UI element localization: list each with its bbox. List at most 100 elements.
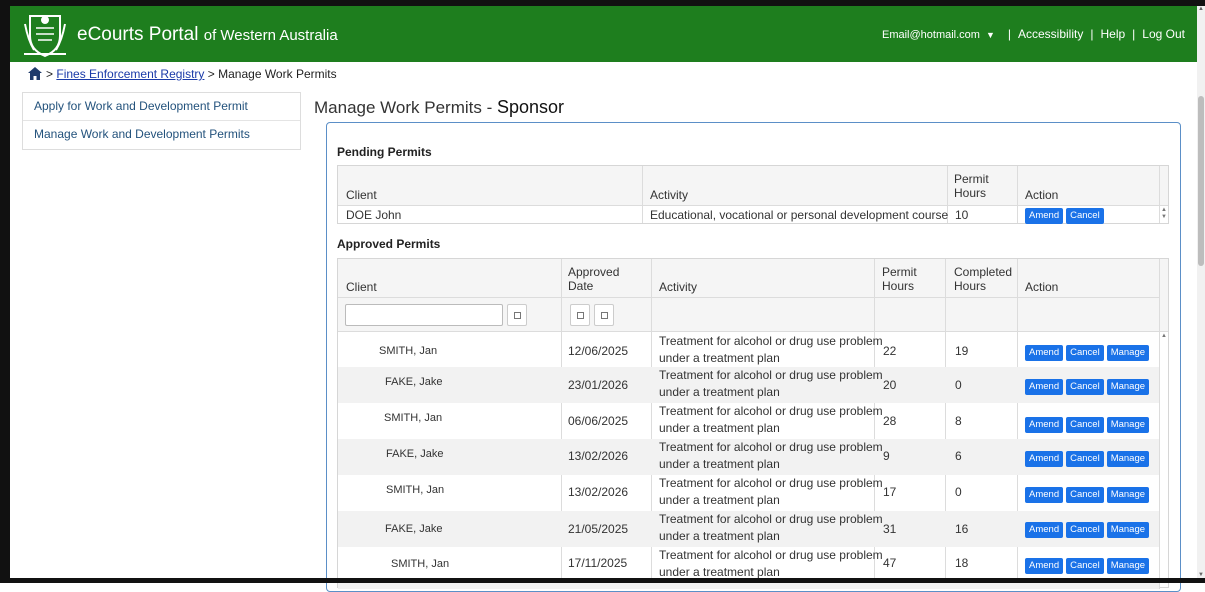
approved-hours-cell: 28 bbox=[883, 414, 897, 428]
account-email-dropdown[interactable]: Email@hotmail.com bbox=[882, 29, 980, 41]
row-divider bbox=[338, 331, 1168, 332]
amend-button[interactable]: Amend bbox=[1025, 558, 1064, 574]
approved-date-cell: 13/02/2026 bbox=[568, 485, 629, 499]
pending-col-client[interactable]: Client bbox=[346, 188, 377, 202]
activity-line: under a treatment plan bbox=[659, 457, 780, 471]
approved-col-activity[interactable]: Activity bbox=[659, 280, 697, 294]
amend-button[interactable]: Amend bbox=[1025, 379, 1064, 395]
amend-button[interactable]: Amend bbox=[1025, 522, 1064, 538]
approved-action-cell: Amend Cancel Manage bbox=[1025, 344, 1152, 361]
manage-button[interactable]: Manage bbox=[1106, 379, 1150, 395]
approved-completed-cell: 18 bbox=[955, 556, 969, 570]
sidebar-item-apply-permit[interactable]: Apply for Work and Development Permit bbox=[23, 93, 300, 121]
breadcrumb-current: Manage Work Permits bbox=[218, 67, 337, 81]
breadcrumb-registry-link[interactable]: Fines Enforcement Registry bbox=[56, 67, 204, 81]
approved-hours-cell: 20 bbox=[883, 378, 897, 392]
approved-col-action: Action bbox=[1025, 280, 1059, 294]
scroll-up-arrow-icon[interactable]: ▲ bbox=[1198, 6, 1204, 12]
manage-button[interactable]: Manage bbox=[1106, 417, 1150, 433]
caret-down-icon[interactable]: ▼ bbox=[986, 30, 995, 40]
activity-line: Treatment for alcohol or drug use proble… bbox=[659, 512, 883, 526]
activity-line: Treatment for alcohol or drug use proble… bbox=[659, 334, 883, 348]
manage-button[interactable]: Manage bbox=[1106, 345, 1150, 361]
home-icon[interactable] bbox=[28, 67, 42, 83]
approved-col-completed-line1[interactable]: Completed bbox=[954, 265, 1012, 279]
approved-activity-cell: Treatment for alcohol or drug use proble… bbox=[659, 403, 883, 437]
cancel-button[interactable]: Cancel bbox=[1066, 379, 1104, 395]
pending-col-hours-line1[interactable]: Permit bbox=[954, 172, 989, 186]
date-filter-to-icon[interactable] bbox=[594, 304, 614, 326]
approved-permits-table: Client Approved Date Activity Permit Hou… bbox=[337, 258, 1169, 589]
page-title-text: Manage Work Permits - bbox=[314, 98, 493, 117]
pending-scroll-arrows-icon[interactable]: ▲ ▼ bbox=[1161, 207, 1167, 221]
help-link[interactable]: Help bbox=[1100, 27, 1125, 41]
manage-button[interactable]: Manage bbox=[1106, 522, 1150, 538]
approved-col-hours-line2: Hours bbox=[882, 279, 915, 293]
activity-line: under a treatment plan bbox=[659, 351, 780, 365]
approved-date-cell: 13/02/2026 bbox=[568, 449, 629, 463]
manage-button[interactable]: Manage bbox=[1106, 558, 1150, 574]
amend-button[interactable]: Amend bbox=[1025, 417, 1064, 433]
wa-coat-of-arms-logo[interactable] bbox=[22, 10, 68, 58]
breadcrumb-separator: > bbox=[207, 67, 215, 81]
window-frame-bottom bbox=[0, 578, 1205, 583]
cancel-button[interactable]: Cancel bbox=[1066, 558, 1104, 574]
pending-permits-title: Pending Permits bbox=[337, 145, 432, 159]
nav-separator: | bbox=[1007, 27, 1011, 41]
amend-button[interactable]: Amend bbox=[1025, 345, 1064, 361]
approved-activity-cell: Treatment for alcohol or drug use proble… bbox=[659, 333, 883, 367]
activity-line: Treatment for alcohol or drug use proble… bbox=[659, 368, 883, 382]
amend-button[interactable]: Amend bbox=[1025, 451, 1064, 467]
approved-completed-cell: 8 bbox=[955, 414, 962, 428]
approved-action-cell: Amend Cancel Manage bbox=[1025, 486, 1152, 503]
nav-separator: | bbox=[1090, 27, 1094, 41]
cancel-button[interactable]: Cancel bbox=[1066, 522, 1104, 538]
cancel-button[interactable]: Cancel bbox=[1066, 487, 1104, 503]
user-nav: Email@hotmail.com ▼ | Accessibility | Help | Lo… bbox=[882, 27, 1185, 41]
nav-separator: | bbox=[1132, 27, 1136, 41]
activity-line: under a treatment plan bbox=[659, 565, 780, 579]
approved-col-date-line1[interactable]: Approved bbox=[568, 265, 619, 279]
breadcrumb-separator: > bbox=[46, 67, 54, 81]
approved-col-date-line2: Date bbox=[568, 279, 594, 293]
client-filter-menu-icon[interactable] bbox=[507, 304, 527, 326]
amend-button[interactable]: Amend bbox=[1025, 487, 1064, 503]
column-divider bbox=[642, 166, 643, 223]
approved-action-cell: Amend Cancel Manage bbox=[1025, 378, 1152, 395]
accessibility-link[interactable]: Accessibility bbox=[1018, 27, 1083, 41]
page-title-role: Sponsor bbox=[496, 97, 565, 117]
approved-hours-cell: 31 bbox=[883, 522, 897, 536]
table-scroll-up-icon[interactable]: ▲ bbox=[1161, 333, 1167, 340]
amend-button[interactable]: Amend bbox=[1025, 208, 1064, 224]
activity-line: under a treatment plan bbox=[659, 385, 780, 399]
approved-col-completed-line2: Hours bbox=[954, 279, 987, 293]
approved-date-cell: 17/11/2025 bbox=[568, 556, 628, 570]
pending-activity-cell: Educational, vocational or personal deve… bbox=[650, 208, 949, 222]
page-scrollbar[interactable]: ▲ ▼ bbox=[1197, 6, 1205, 578]
approved-action-cell: Amend Cancel Manage bbox=[1025, 416, 1152, 433]
cancel-button[interactable]: Cancel bbox=[1066, 345, 1104, 361]
pending-hours-cell: 10 bbox=[955, 208, 969, 222]
cancel-button[interactable]: Cancel bbox=[1066, 208, 1104, 224]
approved-activity-cell: Treatment for alcohol or drug use proble… bbox=[659, 439, 883, 473]
date-filter-from-icon[interactable] bbox=[570, 304, 590, 326]
approved-client-cell: SMITH, Jan bbox=[379, 345, 438, 357]
logout-link[interactable]: Log Out bbox=[1142, 27, 1185, 41]
portal-brand[interactable]: eCourts Portal of Western Australia bbox=[77, 24, 338, 46]
approved-activity-cell: Treatment for alcohol or drug use proble… bbox=[659, 511, 883, 545]
activity-line: Treatment for alcohol or drug use proble… bbox=[659, 404, 883, 418]
approved-client-cell: SMITH, Jan bbox=[384, 412, 443, 424]
approved-hours-cell: 22 bbox=[883, 344, 897, 358]
approved-client-cell: FAKE, Jake bbox=[385, 376, 443, 388]
manage-button[interactable]: Manage bbox=[1106, 487, 1150, 503]
approved-hours-cell: 47 bbox=[883, 556, 897, 570]
cancel-button[interactable]: Cancel bbox=[1066, 451, 1104, 467]
sidebar-item-manage-permits[interactable]: Manage Work and Development Permits bbox=[23, 121, 300, 149]
pending-col-activity[interactable]: Activity bbox=[650, 188, 688, 202]
approved-col-hours-line1[interactable]: Permit bbox=[882, 265, 917, 279]
manage-button[interactable]: Manage bbox=[1106, 451, 1150, 467]
scrollbar-thumb[interactable] bbox=[1198, 96, 1204, 266]
cancel-button[interactable]: Cancel bbox=[1066, 417, 1104, 433]
client-filter-input[interactable] bbox=[345, 304, 503, 326]
approved-col-client[interactable]: Client bbox=[346, 280, 377, 294]
